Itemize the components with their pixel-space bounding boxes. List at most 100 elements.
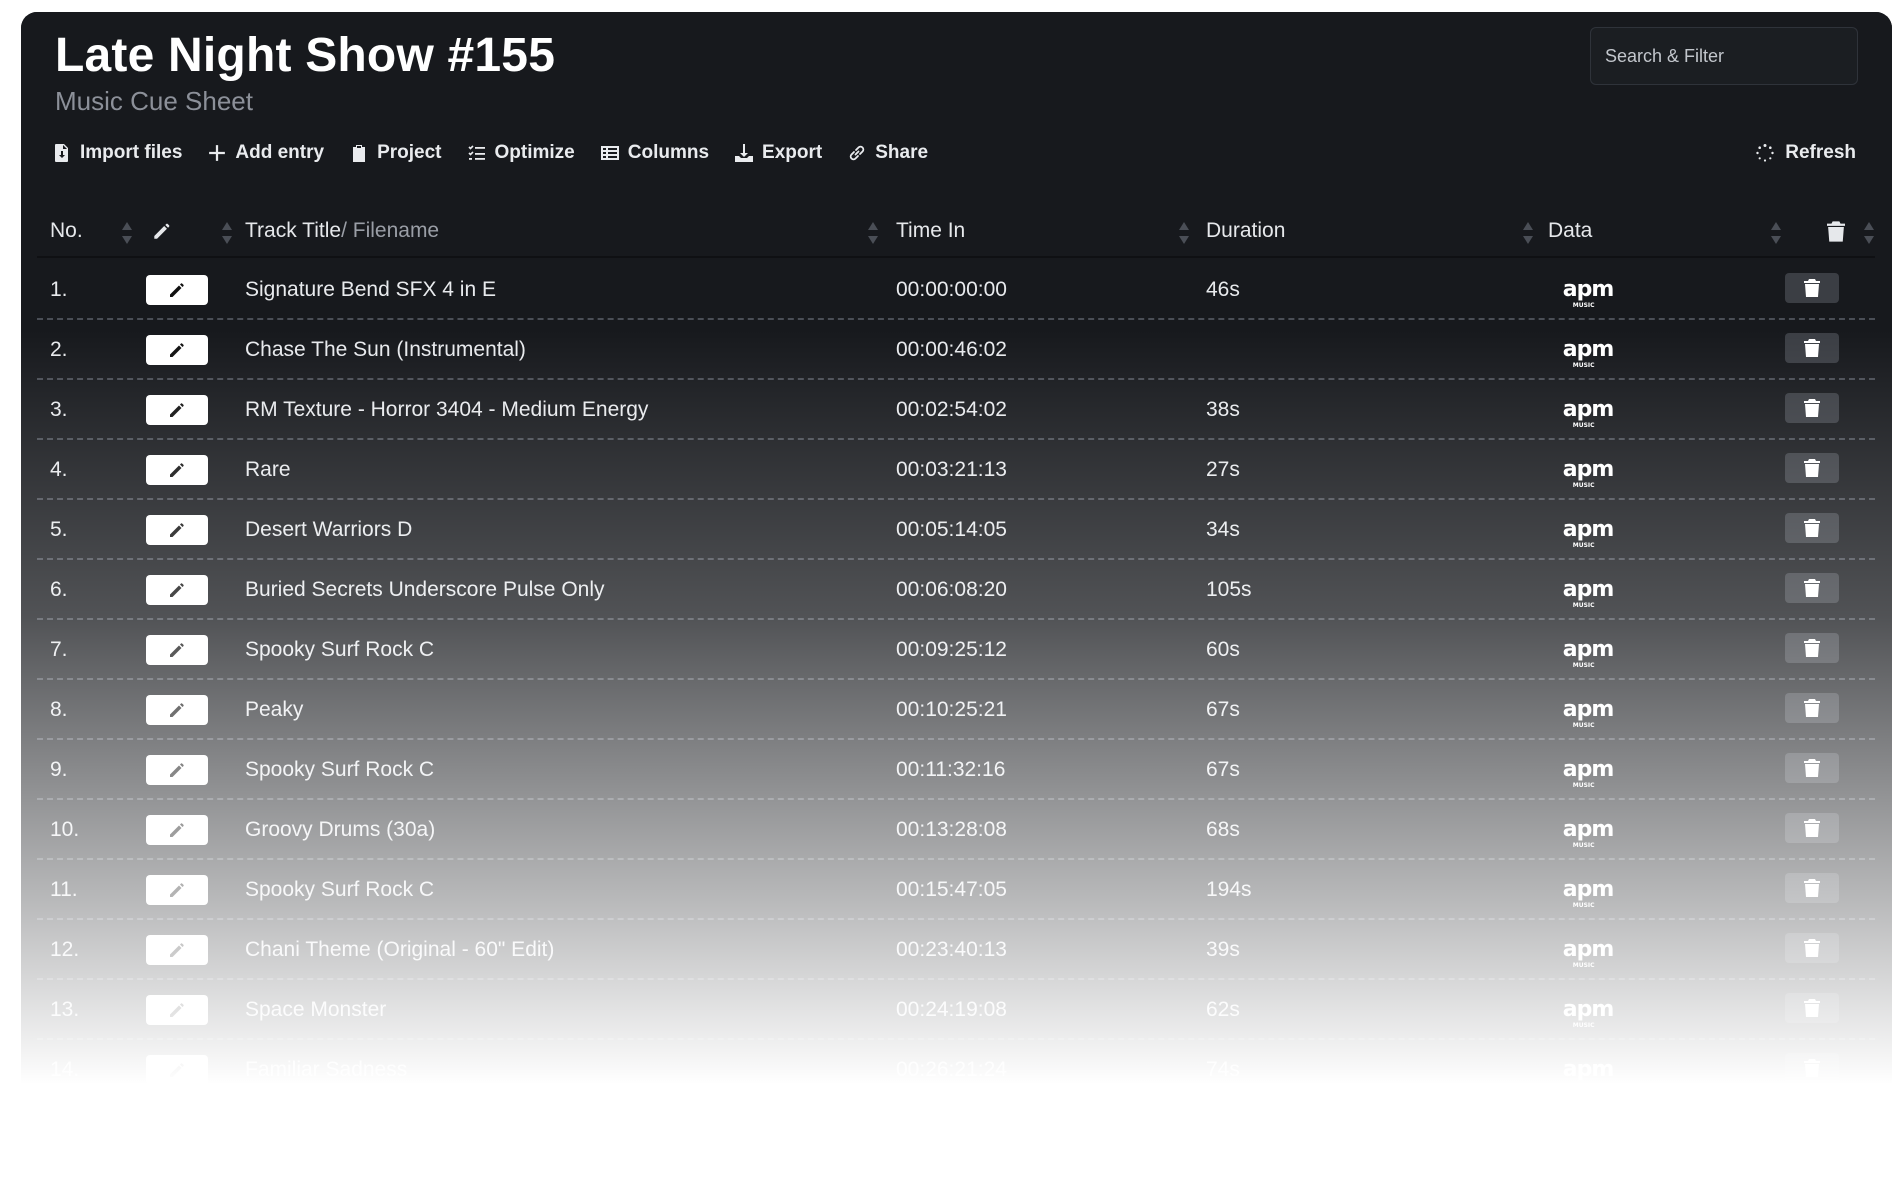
delete-row-button[interactable]	[1785, 693, 1839, 723]
apm-logo-sub: MUSIC	[1572, 1022, 1595, 1029]
table-row[interactable]: 6. Buried Secrets Underscore Pulse Only 00…	[37, 560, 1875, 620]
row-edit-cell	[146, 440, 208, 500]
edit-row-button[interactable]	[146, 815, 208, 845]
table-row[interactable]: 10. Groovy Drums (30a) 00:13:28:08 68s apm MU…	[37, 800, 1875, 860]
row-number: 11.	[50, 878, 78, 901]
col-header-track-title[interactable]: Track Title / Filename	[245, 204, 439, 258]
time-in: 00:09:25:12	[896, 638, 1007, 661]
table-row[interactable]: 13. Space Monster 00:24:19:08 62s apm MUSIC	[37, 980, 1875, 1040]
track-title[interactable]: RM Texture - Horror 3404 - Medium Energy	[245, 380, 648, 440]
delete-row-button[interactable]	[1785, 573, 1839, 603]
refresh-button[interactable]: Refresh	[1755, 138, 1856, 168]
sort-edit-icon[interactable]	[221, 222, 233, 244]
track-title[interactable]: Buried Secrets Underscore Pulse Only	[245, 560, 605, 620]
track-title[interactable]: Signature Bend SFX 4 in E	[245, 260, 496, 320]
track-title[interactable]: Spooky Surf Rock C	[245, 860, 434, 920]
apm-music-logo: apm MUSIC	[1548, 380, 1628, 440]
delete-row-button[interactable]	[1785, 333, 1839, 363]
track-title[interactable]: Spooky Surf Rock C	[245, 620, 434, 680]
apm-music-logo: apm MUSIC	[1548, 500, 1628, 560]
export-button[interactable]: Export	[735, 142, 822, 164]
share-button[interactable]: Share	[848, 142, 928, 164]
duration: 62s	[1206, 998, 1240, 1021]
track-title[interactable]: Chase The Sun (Instrumental)	[245, 320, 526, 380]
edit-row-button[interactable]	[146, 635, 208, 665]
duration: 67s	[1206, 758, 1240, 781]
apm-music-logo: apm MUSIC	[1548, 800, 1628, 860]
columns-button[interactable]: Columns	[600, 142, 709, 164]
edit-row-button[interactable]	[146, 335, 208, 365]
table-row[interactable]: 5. Desert Warriors D 00:05:14:05 34s apm MUSI…	[37, 500, 1875, 560]
row-number: 13.	[50, 998, 80, 1021]
apm-music-logo: apm MUSIC	[1548, 680, 1628, 740]
add-entry-button[interactable]: Add entry	[208, 142, 324, 164]
pencil-icon	[154, 223, 170, 239]
col-header-duration[interactable]: Duration	[1206, 204, 1285, 258]
col-header-no-label: No.	[50, 219, 83, 242]
delete-row-button[interactable]	[1785, 393, 1839, 423]
delete-row-button[interactable]	[1785, 1053, 1839, 1083]
track-title[interactable]: Chani Theme (Original - 60" Edit)	[245, 920, 554, 980]
time-in: 00:10:25:21	[896, 698, 1007, 721]
track-title[interactable]: Familiar Sadness	[245, 1040, 407, 1100]
edit-row-button[interactable]	[146, 1055, 208, 1085]
delete-row-button[interactable]	[1785, 273, 1839, 303]
edit-row-button[interactable]	[146, 755, 208, 785]
edit-row-button[interactable]	[146, 995, 208, 1025]
time-in: 00:23:40:13	[896, 938, 1007, 961]
sort-delete-icon[interactable]	[1863, 222, 1875, 244]
table-row[interactable]: 4. Rare 00:03:21:13 27s apm MUSIC	[37, 440, 1875, 500]
delete-row-button[interactable]	[1785, 873, 1839, 903]
col-header-no[interactable]: No.	[50, 204, 83, 258]
delete-row-button[interactable]	[1785, 813, 1839, 843]
optimize-button[interactable]: Optimize	[467, 142, 575, 164]
delete-row-button[interactable]	[1785, 993, 1839, 1023]
delete-row-button[interactable]	[1785, 453, 1839, 483]
search-filter-input[interactable]	[1590, 27, 1858, 85]
table-row[interactable]: 3. RM Texture - Horror 3404 - Medium Ener…	[37, 380, 1875, 440]
edit-row-button[interactable]	[146, 875, 208, 905]
col-header-data[interactable]: Data	[1548, 204, 1592, 258]
col-header-time-in[interactable]: Time In	[896, 204, 965, 258]
sort-title-icon[interactable]	[867, 222, 879, 244]
edit-row-button[interactable]	[146, 695, 208, 725]
sort-no-icon[interactable]	[121, 222, 133, 244]
table-row[interactable]: 2. Chase The Sun (Instrumental) 00:00:46:0…	[37, 320, 1875, 380]
delete-row-button[interactable]	[1785, 933, 1839, 963]
edit-row-button[interactable]	[146, 455, 208, 485]
project-button[interactable]: Project	[350, 142, 442, 164]
track-title[interactable]: Spooky Surf Rock C	[245, 740, 434, 800]
table-row[interactable]: 9. Spooky Surf Rock C 00:11:32:16 67s apm MUS…	[37, 740, 1875, 800]
apm-logo-sub: MUSIC	[1572, 902, 1595, 909]
table-row[interactable]: 12. Chani Theme (Original - 60" Edit) 00:2…	[37, 920, 1875, 980]
sort-time-in-icon[interactable]	[1178, 222, 1190, 244]
delete-row-button[interactable]	[1785, 513, 1839, 543]
apm-logo-sub: MUSIC	[1572, 962, 1595, 969]
sort-duration-icon[interactable]	[1522, 222, 1534, 244]
track-title[interactable]: Space Monster	[245, 980, 386, 1040]
edit-row-button[interactable]	[146, 275, 208, 305]
table-row[interactable]: 8. Peaky 00:10:25:21 67s apm MUSIC	[37, 680, 1875, 740]
trash-icon	[1804, 879, 1820, 897]
table-row[interactable]: 1. Signature Bend SFX 4 in E 00:00:00:00 46…	[37, 260, 1875, 320]
edit-row-button[interactable]	[146, 395, 208, 425]
table-row[interactable]: 7. Spooky Surf Rock C 00:09:25:12 60s apm MUS…	[37, 620, 1875, 680]
delete-row-button[interactable]	[1785, 633, 1839, 663]
row-number: 7.	[50, 638, 68, 661]
track-title[interactable]: Desert Warriors D	[245, 500, 412, 560]
edit-row-button[interactable]	[146, 935, 208, 965]
apm-music-logo: apm MUSIC	[1548, 320, 1628, 380]
download-icon	[735, 144, 754, 162]
edit-row-button[interactable]	[146, 575, 208, 605]
track-title[interactable]: Peaky	[245, 680, 303, 740]
table-row[interactable]: 14. Familiar Sadness 00:26:21:24 74s apm MUSI…	[37, 1040, 1875, 1100]
apm-music-logo: apm MUSIC	[1548, 440, 1628, 500]
track-title[interactable]: Rare	[245, 440, 291, 500]
delete-row-button[interactable]	[1785, 753, 1839, 783]
import-files-button[interactable]: Import files	[53, 142, 182, 164]
track-title[interactable]: Groovy Drums (30a)	[245, 800, 435, 860]
table-row[interactable]: 11. Spooky Surf Rock C 00:15:47:05 194s apm M…	[37, 860, 1875, 920]
edit-row-button[interactable]	[146, 515, 208, 545]
apm-logo-sub: MUSIC	[1572, 602, 1595, 609]
sort-data-icon[interactable]	[1770, 222, 1782, 244]
